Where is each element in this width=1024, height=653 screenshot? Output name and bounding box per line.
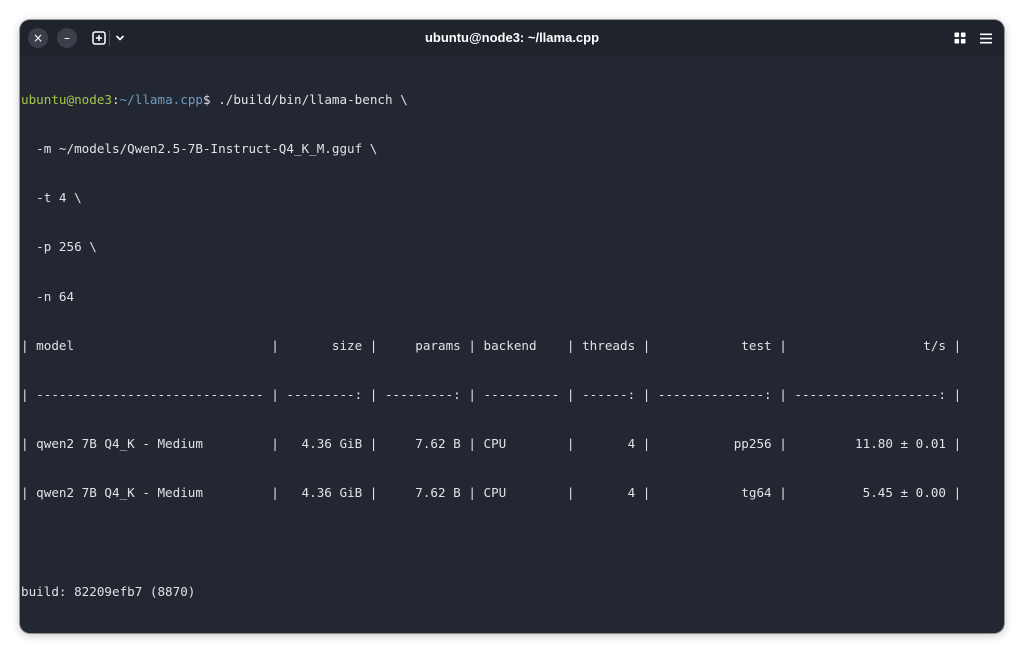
close-button[interactable]: × bbox=[28, 28, 48, 48]
minimize-icon: – bbox=[64, 31, 70, 45]
chevron-down-icon bbox=[115, 35, 125, 41]
command-arg-line: -n 64 bbox=[21, 288, 75, 304]
minimize-button[interactable]: – bbox=[57, 28, 77, 48]
prompt-user-host: ubuntu@node3 bbox=[21, 91, 112, 107]
tab-menu-button[interactable] bbox=[112, 29, 128, 47]
command-arg-line: -t 4 \ bbox=[21, 190, 82, 206]
build-info: build: 82209efb7 (8870) bbox=[21, 583, 196, 599]
table-row: | qwen2 7B Q4_K - Medium | 4.36 GiB | 7.… bbox=[21, 485, 962, 501]
terminal-content[interactable]: ubuntu@node3:~/llama.cpp$ ./build/bin/ll… bbox=[20, 56, 1004, 633]
table-row: | qwen2 7B Q4_K - Medium | 4.36 GiB | 7.… bbox=[21, 436, 962, 452]
terminal-window: ubuntu@node3: ~/llama.cpp × – ubuntu@nod… bbox=[20, 20, 1004, 633]
new-tab-button[interactable] bbox=[90, 29, 108, 47]
window-title: ubuntu@node3: ~/llama.cpp bbox=[424, 30, 600, 45]
grid-icon bbox=[954, 32, 966, 44]
view-grid-button[interactable] bbox=[952, 30, 968, 46]
terminal-output: ubuntu@node3:~/llama.cpp$ ./build/bin/ll… bbox=[21, 59, 961, 633]
prompt-separator: : bbox=[112, 91, 120, 107]
command-arg-line: -m ~/models/Qwen2.5-7B-Instruct-Q4_K_M.g… bbox=[21, 141, 378, 157]
prompt-symbol: $ bbox=[203, 91, 211, 107]
close-icon: × bbox=[32, 31, 44, 45]
new-tab-icon bbox=[92, 31, 106, 45]
titlebar: ubuntu@node3: ~/llama.cpp × – bbox=[20, 20, 1004, 56]
command-arg-line: -p 256 \ bbox=[21, 239, 97, 255]
prompt-path: ~/llama.cpp bbox=[119, 91, 203, 107]
table-header: | model | size | params | backend | thre… bbox=[21, 337, 962, 353]
hamburger-menu-icon bbox=[980, 33, 992, 43]
main-menu-button[interactable] bbox=[978, 30, 994, 46]
titlebar-divider bbox=[109, 30, 110, 46]
command-text: ./build/bin/llama-bench \ bbox=[210, 91, 408, 107]
table-separator: | ------------------------------ | -----… bbox=[21, 387, 962, 403]
prompt-line: ubuntu@node3:~/llama.cpp$ ./build/bin/ll… bbox=[21, 92, 961, 108]
